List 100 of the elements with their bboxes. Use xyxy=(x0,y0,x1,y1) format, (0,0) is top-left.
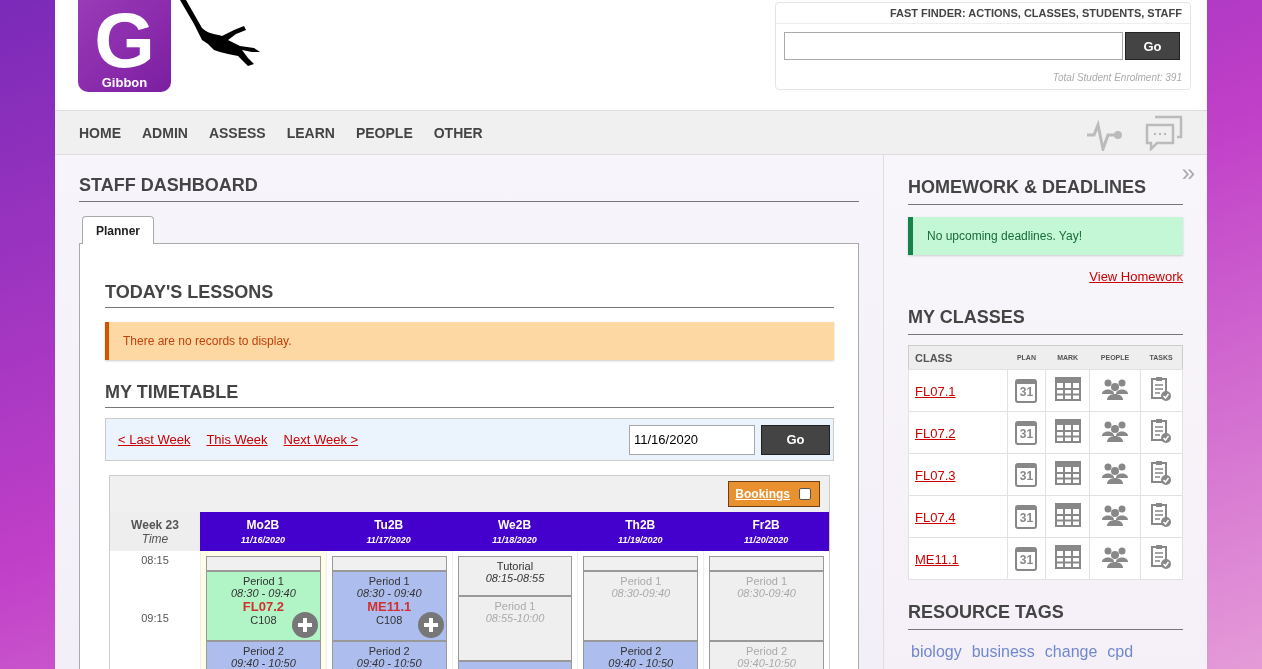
class-link[interactable]: FL07.4 xyxy=(915,509,956,525)
section-title: RESOURCE TAGS xyxy=(908,602,1183,630)
nav-item[interactable]: LEARN xyxy=(286,124,335,141)
period-time: 09:40-10:50 xyxy=(736,657,797,669)
resource-tag[interactable]: business xyxy=(971,643,1035,661)
people-icon[interactable] xyxy=(1102,503,1128,526)
period-time: 08:30 - 09:40 xyxy=(229,587,297,599)
people-icon[interactable] xyxy=(1102,461,1128,484)
bookings-checkbox[interactable] xyxy=(799,488,811,500)
grid-icon[interactable] xyxy=(1054,544,1081,569)
search-field[interactable] xyxy=(784,32,1123,60)
day-date: 11/20/2020 xyxy=(742,535,790,545)
timetable-cell[interactable]: Period 1 08:30 - 09:40 ME11.1 C108 xyxy=(331,571,447,641)
period-title: Period 2 xyxy=(367,645,411,657)
go-button[interactable]: Go xyxy=(1125,32,1180,60)
nav-item[interactable]: ADMIN xyxy=(142,124,188,141)
time-label: 09:15 xyxy=(140,612,170,626)
resource-tag[interactable]: change xyxy=(1044,643,1098,661)
class-link[interactable]: FL07.1 xyxy=(915,383,956,399)
enrolment-count: Total Student Enrolment: 391 xyxy=(1051,71,1183,83)
timetable-cell[interactable]: Period 2 09:40 - 10:50 xyxy=(206,641,321,669)
period-title: Period 1 xyxy=(241,575,285,587)
section-title: TODAY'S LESSONS xyxy=(105,282,834,308)
calendar-icon[interactable]: 31 xyxy=(1015,546,1038,571)
nav-item[interactable]: OTHER xyxy=(433,124,483,141)
section-title: MY TIMETABLE xyxy=(105,382,834,408)
calendar-icon[interactable]: 31 xyxy=(1015,462,1038,487)
period-time: 08:55-10:00 xyxy=(484,612,546,624)
logo-letter: G xyxy=(94,5,155,75)
nav-item[interactable]: ASSESS xyxy=(208,124,266,141)
planner-tab[interactable]: Planner xyxy=(82,216,154,244)
week-label: Week 23 xyxy=(130,518,180,532)
resource-tag[interactable]: biology xyxy=(911,643,962,661)
people-icon[interactable] xyxy=(1102,377,1128,400)
nav-item[interactable]: PEOPLE xyxy=(355,124,413,141)
period-title: Period 2 xyxy=(241,645,285,657)
week-link[interactable]: < Last Week xyxy=(118,432,191,447)
day-name: We2B xyxy=(496,518,533,532)
people-icon[interactable] xyxy=(1102,419,1128,442)
grid-icon[interactable] xyxy=(1054,418,1081,443)
warning-notice: There are no records to display. xyxy=(105,322,834,360)
class-code: ME11.1 xyxy=(366,599,413,614)
timetable-cell[interactable]: Period 2 09:40 - 10:50 xyxy=(583,641,699,669)
go-button[interactable]: Go xyxy=(761,424,830,455)
timetable-cell[interactable] xyxy=(583,556,699,571)
view-homework-link[interactable]: View Homework xyxy=(1089,269,1183,284)
tasks-icon[interactable] xyxy=(1150,501,1173,528)
day-date: 11/16/2020 xyxy=(239,535,287,545)
period-time: 08:30 - 09:40 xyxy=(355,587,423,599)
day-date: 11/19/2020 xyxy=(617,535,664,545)
period-title: Period 1 xyxy=(745,575,789,587)
column-header: CLASS xyxy=(908,345,1008,370)
calendar-icon[interactable]: 31 xyxy=(1015,378,1038,403)
resource-tag[interactable]: cpd xyxy=(1107,643,1134,661)
success-notice: No upcoming deadlines. Yay! xyxy=(908,217,1183,255)
class-link[interactable]: FL07.2 xyxy=(915,425,956,441)
people-icon[interactable] xyxy=(1102,545,1128,568)
grid-icon[interactable] xyxy=(1054,376,1081,401)
tasks-icon[interactable] xyxy=(1150,543,1173,570)
period-title: Period 1 xyxy=(367,575,411,587)
page-title: STAFF DASHBOARD xyxy=(79,175,859,202)
period-time: 08:30-09:40 xyxy=(736,587,797,599)
day-name: Th2B xyxy=(624,518,657,532)
add-icon[interactable] xyxy=(417,612,444,638)
time-label: Time xyxy=(140,532,170,546)
room-label: C108 xyxy=(249,614,278,626)
room-label: C108 xyxy=(375,614,404,626)
day-date: 11/18/2020 xyxy=(491,535,538,545)
tasks-icon[interactable] xyxy=(1150,375,1173,402)
day-name: Tu2B xyxy=(373,518,405,532)
fast-finder-title: FAST FINDER: ACTIONS, CLASSES, STUDENTS, STAFF xyxy=(776,3,1190,24)
period-title: Period 1 xyxy=(493,600,537,612)
period-time: 09:40 - 10:50 xyxy=(355,657,423,669)
time-label: 08:15 xyxy=(140,554,170,568)
date-field[interactable]: 11/16/2020 xyxy=(629,424,755,455)
logo-name: Gibbon xyxy=(101,75,148,90)
timetable-cell[interactable]: Period 2 09:40 - 10:50 xyxy=(331,641,447,669)
period-time: 09:40 - 10:50 xyxy=(607,657,675,669)
period-title: Period 2 xyxy=(619,645,663,657)
calendar-icon[interactable]: 31 xyxy=(1015,420,1038,445)
timetable-cell[interactable] xyxy=(206,556,321,571)
nav-item[interactable]: HOME xyxy=(79,124,121,141)
day-name: Fr2B xyxy=(751,518,781,532)
grid-icon[interactable] xyxy=(1054,460,1081,485)
grid-icon[interactable] xyxy=(1054,502,1081,527)
timetable-cell[interactable] xyxy=(331,556,447,571)
class-code: FL07.2 xyxy=(241,599,285,614)
tasks-icon[interactable] xyxy=(1150,417,1173,444)
timetable-cell[interactable] xyxy=(709,556,824,571)
week-link[interactable]: Next Week > xyxy=(283,432,359,447)
class-link[interactable]: ME11.1 xyxy=(915,551,959,567)
timetable-cell[interactable]: Tutorial 08:15-08:55 xyxy=(457,556,573,596)
calendar-icon[interactable]: 31 xyxy=(1015,504,1038,529)
add-icon[interactable] xyxy=(291,612,318,638)
week-link[interactable]: This Week xyxy=(206,432,268,447)
class-link[interactable]: FL07.3 xyxy=(915,467,956,483)
period-title: Tutorial xyxy=(495,560,535,572)
timetable-cell[interactable]: Period 1 08:30 - 09:40 FL07.2 C108 xyxy=(206,571,321,641)
period-title: Period 2 xyxy=(745,645,789,657)
tasks-icon[interactable] xyxy=(1150,459,1173,486)
